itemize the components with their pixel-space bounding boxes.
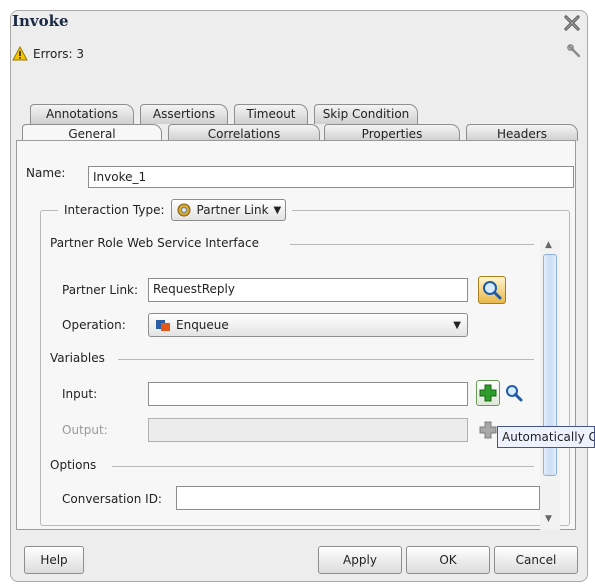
help-button[interactable]: Help xyxy=(24,546,84,574)
tab-correlations[interactable]: Correlations xyxy=(168,124,320,141)
chevron-down-icon: ▼ xyxy=(453,319,461,331)
variables-heading: Variables xyxy=(50,351,111,365)
variables-divider xyxy=(118,359,534,360)
conversation-id-input[interactable] xyxy=(176,486,540,510)
apply-button[interactable]: Apply xyxy=(318,546,402,574)
browse-input-icon[interactable] xyxy=(503,382,525,404)
output-label: Output: xyxy=(62,423,108,437)
scroll-down-icon[interactable]: ▼ xyxy=(545,514,552,524)
interaction-type-value: Partner Link xyxy=(196,203,269,217)
operation-select[interactable]: Enqueue ▼ xyxy=(148,313,468,337)
tab-headers[interactable]: Headers xyxy=(466,124,578,141)
tab-general[interactable]: General xyxy=(22,124,162,141)
errors-count: Errors: 3 xyxy=(33,46,84,61)
tab-skip-condition[interactable]: Skip Condition xyxy=(314,104,418,124)
input-label: Input: xyxy=(62,387,98,401)
tooltip: Automatically Create Output Variable xyxy=(497,426,595,448)
close-icon[interactable] xyxy=(561,12,583,34)
gear-icon xyxy=(177,203,191,217)
interaction-type-select[interactable]: Partner Link ▼ xyxy=(170,199,287,221)
conversation-id-label: Conversation ID: xyxy=(62,492,162,506)
vertical-scrollbar[interactable]: ▲ ▼ xyxy=(540,240,560,530)
dialog-title: Invoke xyxy=(12,12,69,30)
interaction-type-row: Interaction Type: Partner Link ▼ xyxy=(58,199,293,221)
tab-row-top: Annotations Assertions Timeout Skip Cond… xyxy=(12,104,572,124)
tab-assertions[interactable]: Assertions xyxy=(140,104,228,124)
output-variable-field xyxy=(148,418,468,442)
tab-timeout[interactable]: Timeout xyxy=(234,104,308,124)
add-input-variable-button[interactable] xyxy=(476,380,500,406)
operation-label: Operation: xyxy=(62,318,126,332)
ok-button[interactable]: OK xyxy=(406,546,490,574)
operation-icon xyxy=(156,320,170,331)
interaction-type-label: Interaction Type: xyxy=(64,203,165,217)
name-input[interactable]: Invoke_1 xyxy=(88,166,574,188)
tab-properties[interactable]: Properties xyxy=(324,124,460,141)
wrench-icon[interactable] xyxy=(567,44,583,60)
input-variable-field[interactable] xyxy=(148,382,468,406)
errors-indicator[interactable]: Errors: 3 xyxy=(12,46,84,61)
scroll-up-icon[interactable]: ▲ xyxy=(545,240,552,250)
name-label: Name: xyxy=(26,166,66,180)
name-row: Name: xyxy=(26,166,86,180)
partner-link-input[interactable]: RequestReply xyxy=(148,278,468,302)
interaction-type-group xyxy=(40,210,570,526)
browse-partner-link-button[interactable] xyxy=(478,276,506,304)
magnifier-icon xyxy=(483,281,502,300)
cancel-button[interactable]: Cancel xyxy=(494,546,578,574)
plus-icon xyxy=(479,384,497,402)
partner-role-heading: Partner Role Web Service Interface xyxy=(50,236,265,250)
options-divider xyxy=(112,466,534,467)
partner-link-label: Partner Link: xyxy=(62,283,139,297)
options-heading: Options xyxy=(50,458,103,472)
chevron-down-icon: ▼ xyxy=(273,204,282,216)
partner-role-divider xyxy=(290,244,534,245)
operation-value: Enqueue xyxy=(176,318,229,332)
warning-icon xyxy=(12,46,28,61)
add-output-variable-button[interactable] xyxy=(478,419,498,441)
tab-annotations[interactable]: Annotations xyxy=(30,104,134,124)
